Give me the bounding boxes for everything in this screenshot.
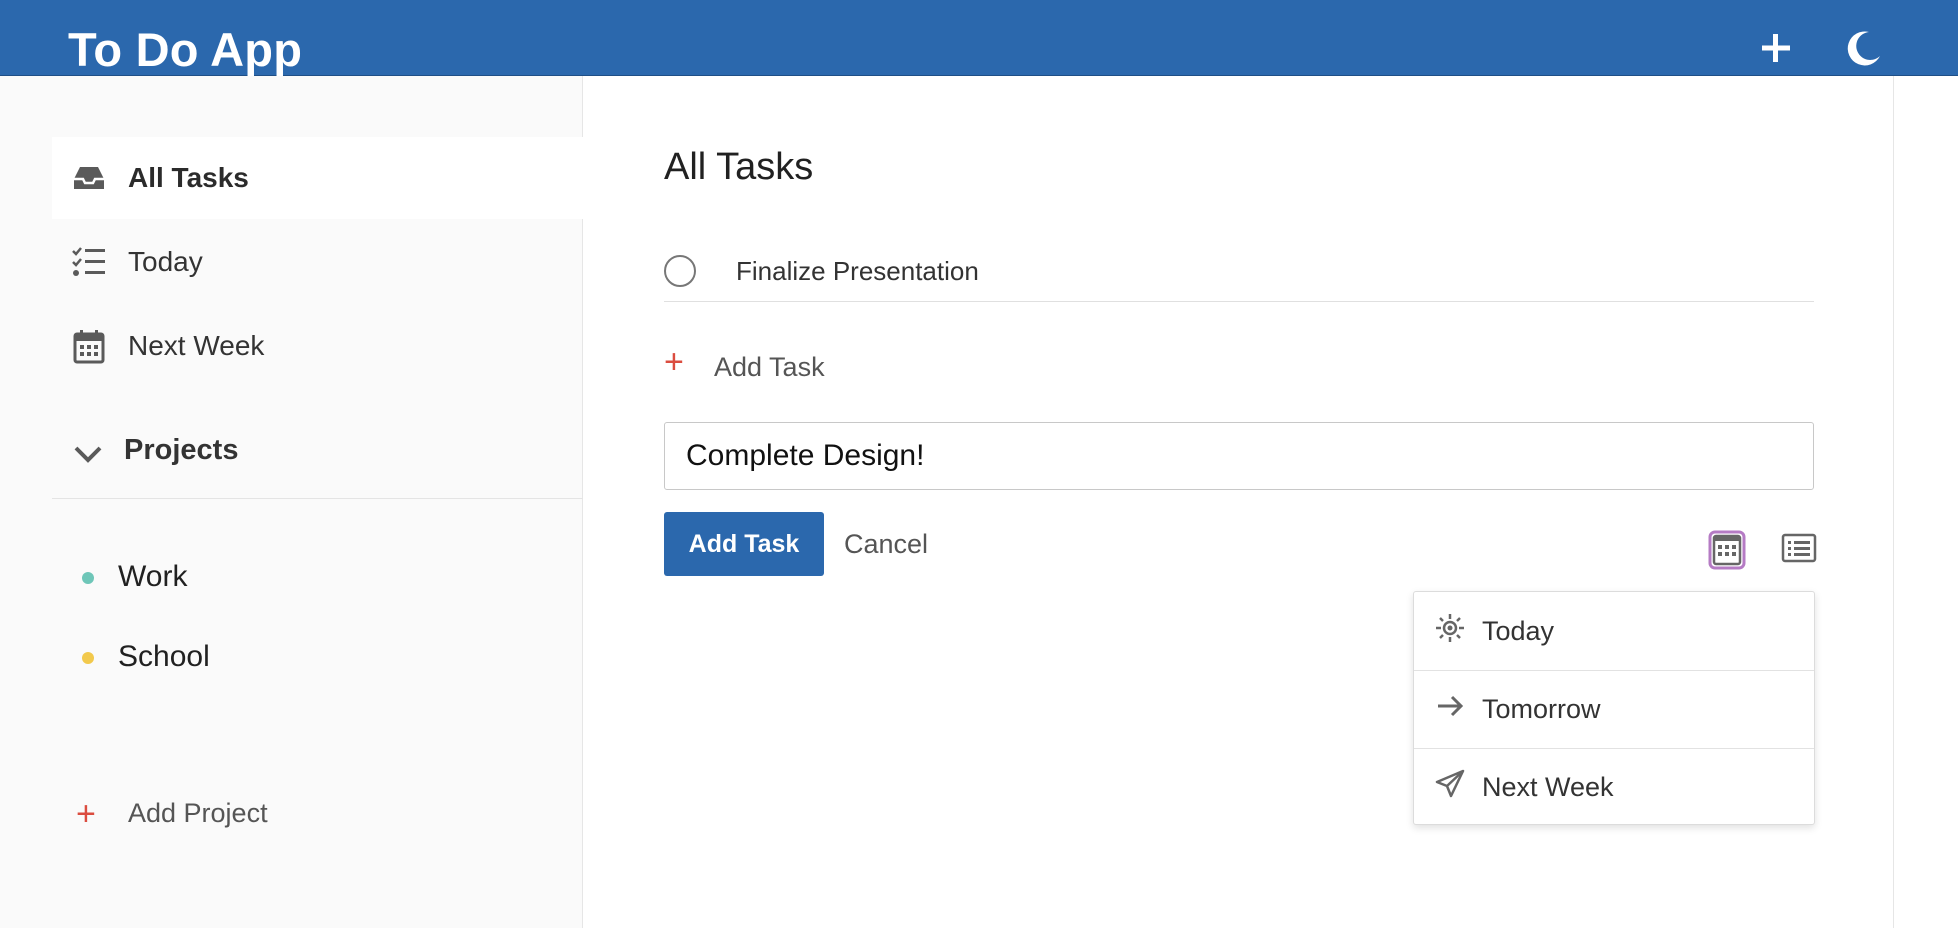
projects-label: Projects bbox=[124, 434, 239, 466]
date-option-tomorrow[interactable]: Tomorrow bbox=[1414, 670, 1814, 748]
sun-icon bbox=[1436, 614, 1464, 642]
project-color-dot bbox=[82, 652, 94, 664]
sidebar-item-today[interactable]: Today bbox=[52, 221, 583, 303]
calendar-icon bbox=[73, 330, 105, 364]
date-option-label: Next Week bbox=[1482, 772, 1614, 802]
inbox-icon bbox=[74, 167, 104, 189]
projects-toggle[interactable]: Projects bbox=[52, 416, 583, 486]
date-option-label: Today bbox=[1482, 616, 1555, 646]
calendar-icon bbox=[1708, 530, 1746, 570]
cancel-button[interactable]: Cancel bbox=[844, 512, 954, 576]
paper-plane-icon bbox=[1435, 769, 1465, 798]
page-title: All Tasks bbox=[664, 146, 814, 188]
arrow-right-icon bbox=[1438, 695, 1464, 717]
moon-icon bbox=[1847, 31, 1880, 66]
plus-icon: + bbox=[76, 795, 96, 833]
add-task-link[interactable]: + Add Task bbox=[664, 343, 964, 388]
task-name-input[interactable] bbox=[664, 422, 1814, 490]
date-option-today[interactable]: Today bbox=[1414, 592, 1814, 670]
sidebar-item-label: All Tasks bbox=[128, 162, 249, 193]
sidebar: All Tasks Today Next Week Projects Work … bbox=[0, 76, 583, 928]
checklist-icon bbox=[72, 247, 105, 276]
add-project-label: Add Project bbox=[128, 798, 268, 828]
app-title: To Do App bbox=[68, 23, 303, 76]
add-project-button[interactable]: + Add Project bbox=[52, 786, 583, 846]
date-option-next-week[interactable]: Next Week bbox=[1414, 748, 1814, 826]
date-dropdown-menu: Today Tomorrow Next Week bbox=[1413, 591, 1815, 825]
sidebar-divider bbox=[52, 498, 583, 499]
project-label: School bbox=[118, 640, 210, 673]
plus-icon bbox=[1762, 34, 1790, 62]
app-header: To Do App bbox=[0, 0, 1958, 76]
chevron-down-icon bbox=[74, 446, 102, 463]
sidebar-item-all-tasks[interactable]: All Tasks bbox=[52, 137, 583, 219]
project-label: Work bbox=[118, 560, 188, 593]
sidebar-item-next-week[interactable]: Next Week bbox=[52, 305, 583, 387]
add-task-button[interactable]: Add Task bbox=[664, 512, 824, 576]
sidebar-item-label: Today bbox=[128, 246, 203, 277]
project-item-work[interactable]: Work bbox=[52, 548, 583, 608]
schedule-date-button[interactable] bbox=[1708, 526, 1746, 570]
theme-toggle-button[interactable] bbox=[1842, 26, 1886, 70]
date-option-label: Tomorrow bbox=[1482, 694, 1601, 724]
task-complete-checkbox[interactable] bbox=[664, 255, 696, 287]
task-row: Finalize Presentation bbox=[664, 242, 1814, 302]
task-text[interactable]: Finalize Presentation bbox=[736, 256, 979, 287]
quick-add-button[interactable] bbox=[1754, 26, 1798, 70]
project-select-button[interactable] bbox=[1780, 526, 1818, 570]
add-task-link-label: Add Task bbox=[714, 352, 825, 382]
plus-icon: + bbox=[664, 343, 684, 381]
sidebar-item-label: Next Week bbox=[128, 330, 265, 361]
list-icon bbox=[1781, 533, 1817, 563]
project-color-dot bbox=[82, 572, 94, 584]
project-item-school[interactable]: School bbox=[52, 628, 583, 688]
